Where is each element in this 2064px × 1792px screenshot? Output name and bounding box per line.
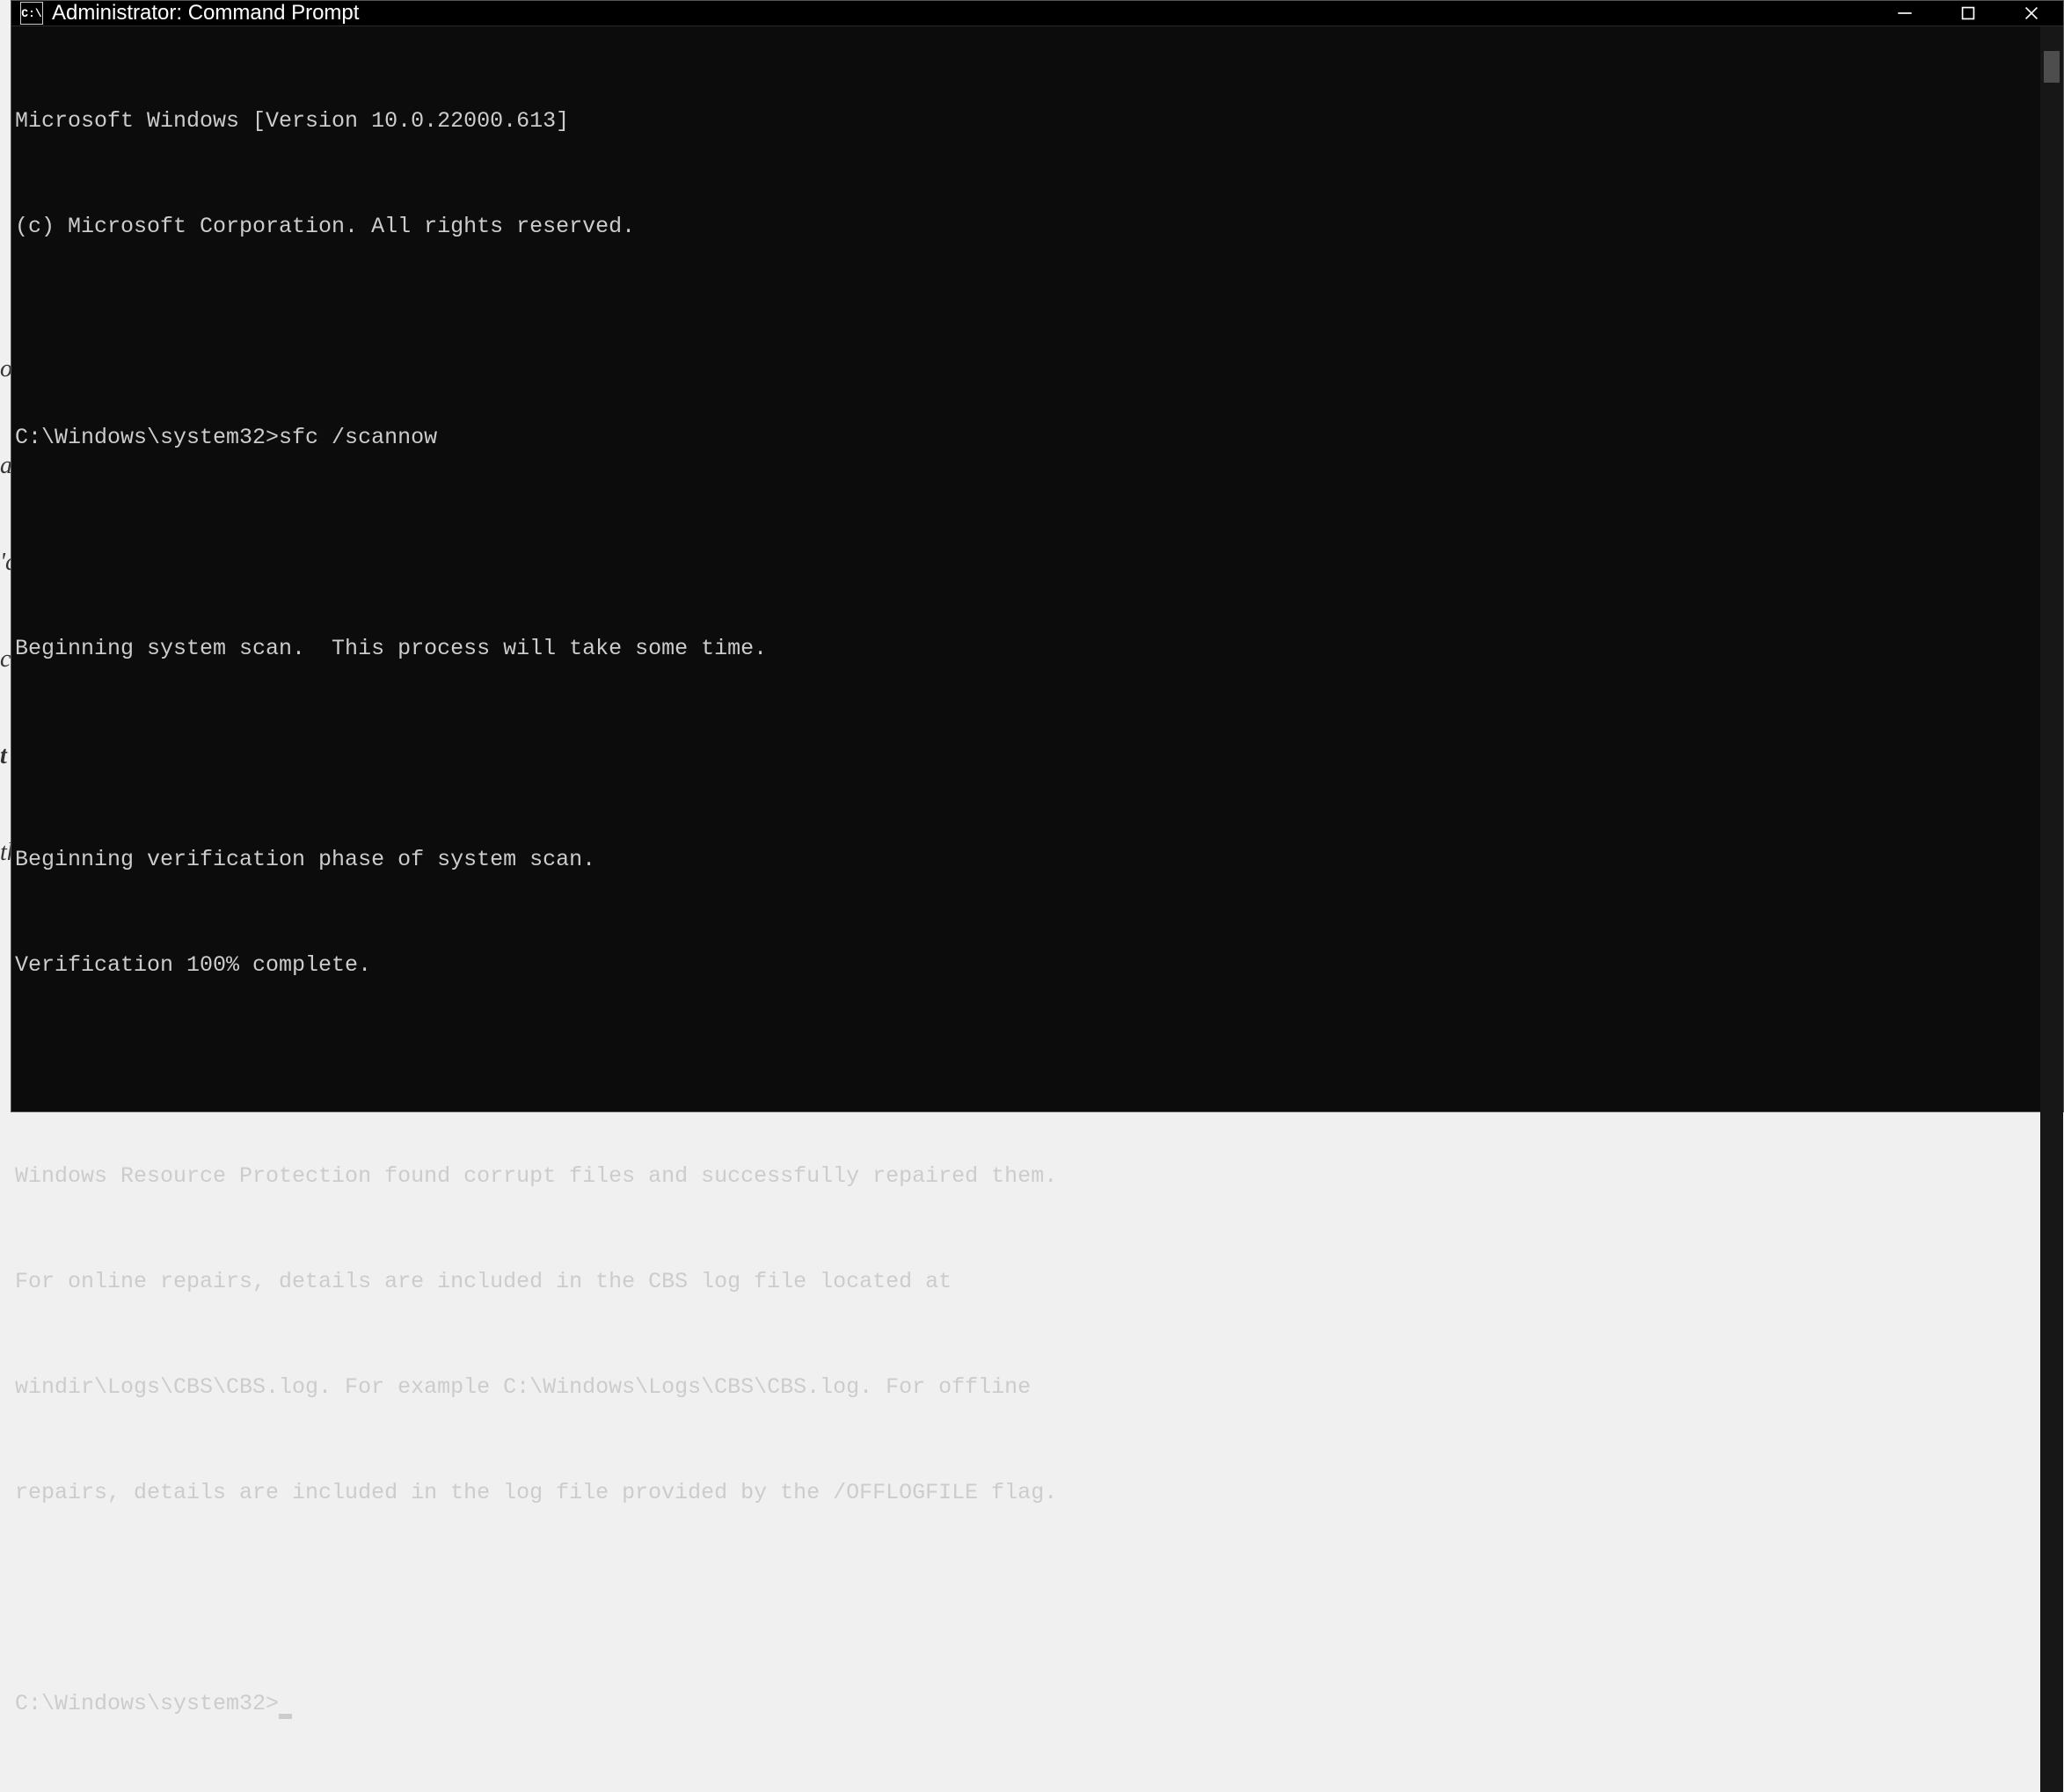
- terminal-line: Beginning verification phase of system s…: [15, 842, 2040, 878]
- terminal-line: repairs, details are included in the log…: [15, 1475, 2040, 1511]
- terminal-line: [15, 737, 2040, 772]
- titlebar-left-group: C:\ Administrator: Command Prompt: [20, 1, 359, 25]
- terminal-line: C:\Windows\system32>sfc /scannow: [15, 420, 2040, 455]
- terminal-prompt-line: C:\Windows\system32>: [15, 1686, 2040, 1722]
- terminal-line: windir\Logs\CBS\CBS.log. For example C:\…: [15, 1370, 2040, 1405]
- close-button[interactable]: [2000, 1, 2063, 25]
- command-prompt-icon: C:\: [20, 2, 43, 25]
- terminal-line: [15, 315, 2040, 350]
- terminal-line: Beginning system scan. This process will…: [15, 631, 2040, 667]
- terminal-line: Windows Resource Protection found corrup…: [15, 1159, 2040, 1194]
- terminal-line: Microsoft Windows [Version 10.0.22000.61…: [15, 104, 2040, 139]
- terminal-line: Verification 100% complete.: [15, 948, 2040, 983]
- terminal-line: For online repairs, details are included…: [15, 1264, 2040, 1300]
- cursor: [279, 1714, 292, 1719]
- maximize-icon: [1960, 5, 1976, 21]
- window-titlebar[interactable]: C:\ Administrator: Command Prompt: [11, 1, 2063, 26]
- vertical-scrollbar[interactable]: [2040, 26, 2063, 1792]
- terminal-content[interactable]: Microsoft Windows [Version 10.0.22000.61…: [11, 26, 2040, 1792]
- prompt-text: C:\Windows\system32>: [15, 1691, 279, 1716]
- command-prompt-window: C:\ Administrator: Command Prompt Micros…: [11, 0, 2064, 1112]
- window-controls-group: [1873, 1, 2063, 25]
- window-title: Administrator: Command Prompt: [52, 1, 359, 25]
- terminal-line: (c) Microsoft Corporation. All rights re…: [15, 209, 2040, 244]
- terminal-area[interactable]: Microsoft Windows [Version 10.0.22000.61…: [11, 26, 2063, 1792]
- scrollbar-thumb[interactable]: [2044, 51, 2060, 83]
- terminal-line: [15, 526, 2040, 561]
- minimize-button[interactable]: [1873, 1, 1936, 25]
- maximize-button[interactable]: [1936, 1, 2000, 25]
- terminal-line: [15, 1581, 2040, 1616]
- minimize-icon: [1897, 5, 1913, 21]
- close-icon: [2024, 5, 2039, 21]
- terminal-line: [15, 1053, 2040, 1089]
